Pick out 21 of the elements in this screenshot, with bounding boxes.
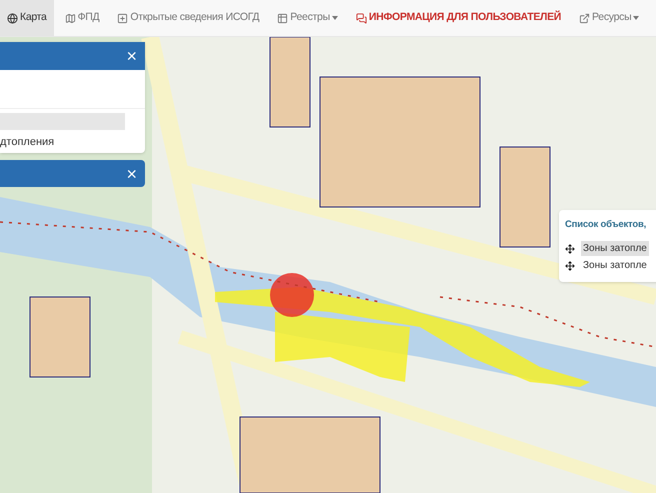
external-link-icon (579, 12, 590, 24)
popup-title: Список объектов, (565, 218, 648, 232)
nav-link[interactable]: Ресурсы (572, 0, 646, 36)
chat-icon (356, 12, 367, 24)
close-button[interactable]: × (126, 164, 137, 182)
nav-link[interactable]: ИНФОРМАЦИЯ ДЛЯ ПОЛЬЗОВАТЕЛЕЙ (348, 0, 568, 36)
table-icon (277, 12, 288, 24)
nav-link[interactable]: ФПД (58, 0, 106, 36)
nav-link[interactable]: Открытые сведения ИСОГД (110, 0, 266, 36)
caret-icon (633, 16, 640, 20)
panel-text: дтопления (0, 135, 56, 150)
move-icon (565, 244, 575, 254)
move-icon (565, 260, 575, 271)
caret-icon (332, 16, 338, 20)
nav-link[interactable]: Реестры (270, 0, 345, 36)
close-button[interactable]: × (126, 47, 137, 65)
plus-icon (117, 12, 128, 24)
object-list-item[interactable]: Зоны затопле (581, 241, 649, 256)
nav-link[interactable]: Карта (0, 0, 54, 36)
map-icon (64, 12, 76, 24)
globe-icon (7, 12, 18, 24)
